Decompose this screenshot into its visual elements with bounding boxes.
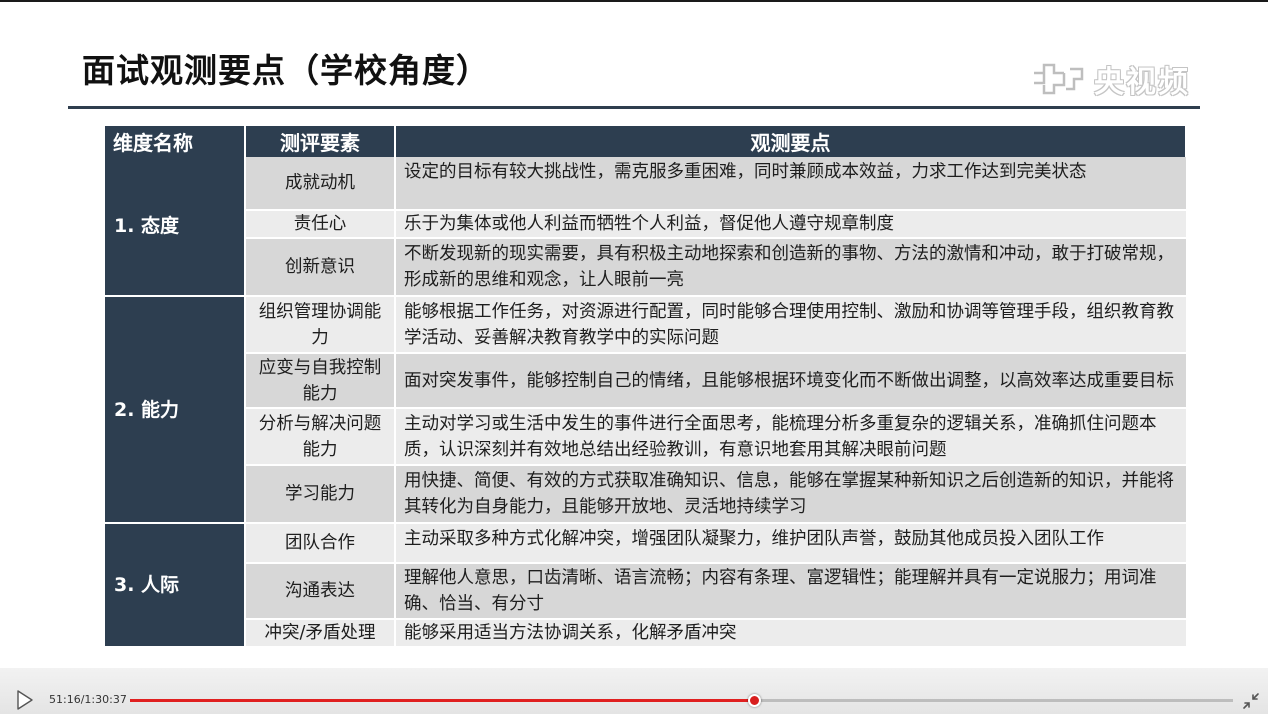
watermark-text: 央视频 — [1094, 65, 1190, 100]
element-cell: 团队合作 — [245, 523, 396, 564]
element-cell: 学习能力 — [245, 465, 396, 524]
play-button[interactable] — [16, 690, 34, 710]
element-cell: 分析与解决问题能力 — [245, 408, 396, 466]
table-row: 分析与解决问题能力 主动对学习或生活中发生的事件进行全面思考，能梳理分析多重复杂… — [105, 408, 1186, 466]
exit-fullscreen-button[interactable] — [1242, 692, 1260, 710]
exit-fullscreen-icon — [1243, 693, 1259, 709]
element-cell: 创新意识 — [245, 238, 396, 297]
table-row: 3. 人际 团队合作 主动采取多种方式化解冲突，增强团队凝聚力，维护团队声誉，鼓… — [105, 523, 1186, 648]
table-row: 学习能力 用快捷、简便、有效的方式获取准确知识、信息，能够在掌握某种新知识之后创… — [105, 465, 1186, 524]
element-cell: 成就动机 — [245, 157, 396, 211]
point-cell: 用快捷、简便、有效的方式获取准确知识、信息，能够在掌握某种新知识之后创造新的知识… — [395, 465, 1186, 524]
progress-fill — [130, 699, 754, 702]
element-cell: 责任心 — [245, 210, 396, 239]
point-cell: 理解他人意思，口齿清晰、语言流畅；内容有条理、富逻辑性；能理解并具有一定说服力；… — [395, 563, 1186, 620]
progress-handle[interactable] — [747, 694, 761, 707]
table-row: 沟通表达 理解他人意思，口齿清晰、语言流畅；内容有条理、富逻辑性；能理解并具有一… — [105, 563, 1186, 620]
element-cell: 应变与自我控制能力 — [245, 353, 396, 409]
observation-table: 维度名称 测评要素 观测要点 1. 态度 成就动机 设定的目标有较大挑战性，需克… — [105, 126, 1187, 648]
element-cell: 组织管理协调能力 — [245, 296, 396, 354]
play-icon — [17, 690, 33, 710]
point-cell: 能够根据工作任务，对资源进行配置，同时能够合理使用控制、激励和协调等管理手段，组… — [395, 296, 1186, 354]
header-point: 观测要点 — [395, 126, 1187, 157]
table-row: 应变与自我控制能力 面对突发事件，能够控制自己的情绪，且能够根据环境变化而不断做… — [105, 353, 1186, 409]
point-cell: 主动采取多种方式化解冲突，增强团队凝聚力，维护团队声誉，鼓励其他成员投入团队工作 — [395, 523, 1186, 564]
header-dimension: 维度名称 — [105, 126, 246, 157]
table-row: 创新意识 不断发现新的现实需要，具有积极主动地探索和创造新的事物、方法的激情和冲… — [105, 238, 1186, 297]
point-cell: 设定的目标有较大挑战性，需克服多重困难，同时兼顾成本效益，力求工作达到完美状态 — [395, 157, 1186, 211]
playback-time: 51:16/1:30:37 — [49, 693, 127, 706]
title-divider — [68, 106, 1200, 109]
element-cell: 沟通表达 — [245, 563, 396, 620]
point-cell: 不断发现新的现实需要，具有积极主动地探索和创造新的事物、方法的激情和冲动，敢于打… — [395, 238, 1186, 297]
dimension-cell: 2. 能力 — [105, 296, 246, 524]
header-element: 测评要素 — [245, 126, 396, 157]
table-header-row: 维度名称 测评要素 观测要点 — [105, 126, 1187, 157]
point-cell: 能够采用适当方法协调关系，化解矛盾冲突 — [395, 619, 1186, 648]
dimension-cell: 1. 态度 — [105, 157, 246, 297]
watermark-logo: 央视频 — [1030, 58, 1190, 100]
element-cell: 冲突/矛盾处理 — [245, 619, 396, 648]
dimension-cell: 3. 人际 — [105, 523, 246, 648]
cctv-logo-icon — [1034, 63, 1084, 95]
video-player-controls: 51:16/1:30:37 — [0, 668, 1268, 714]
slide-title: 面试观测要点（学校角度） — [82, 51, 490, 90]
table-row: 2. 能力 组织管理协调能力 能够根据工作任务，对资源进行配置，同时能够合理使用… — [105, 296, 1186, 524]
point-cell: 乐于为集体或他人利益而牺牲个人利益，督促他人遵守规章制度 — [395, 210, 1186, 239]
table-row: 责任心 乐于为集体或他人利益而牺牲个人利益，督促他人遵守规章制度 — [105, 210, 1186, 239]
progress-bar[interactable] — [130, 694, 1233, 707]
point-cell: 面对突发事件，能够控制自己的情绪，且能够根据环境变化而不断做出调整，以高效率达成… — [395, 353, 1186, 409]
top-edge-line — [0, 0, 1268, 2]
table-row: 冲突/矛盾处理 能够采用适当方法协调关系，化解矛盾冲突 — [105, 619, 1186, 648]
table-row: 1. 态度 成就动机 设定的目标有较大挑战性，需克服多重困难，同时兼顾成本效益，… — [105, 157, 1186, 297]
point-cell: 主动对学习或生活中发生的事件进行全面思考，能梳理分析多重复杂的逻辑关系，准确抓住… — [395, 408, 1186, 466]
